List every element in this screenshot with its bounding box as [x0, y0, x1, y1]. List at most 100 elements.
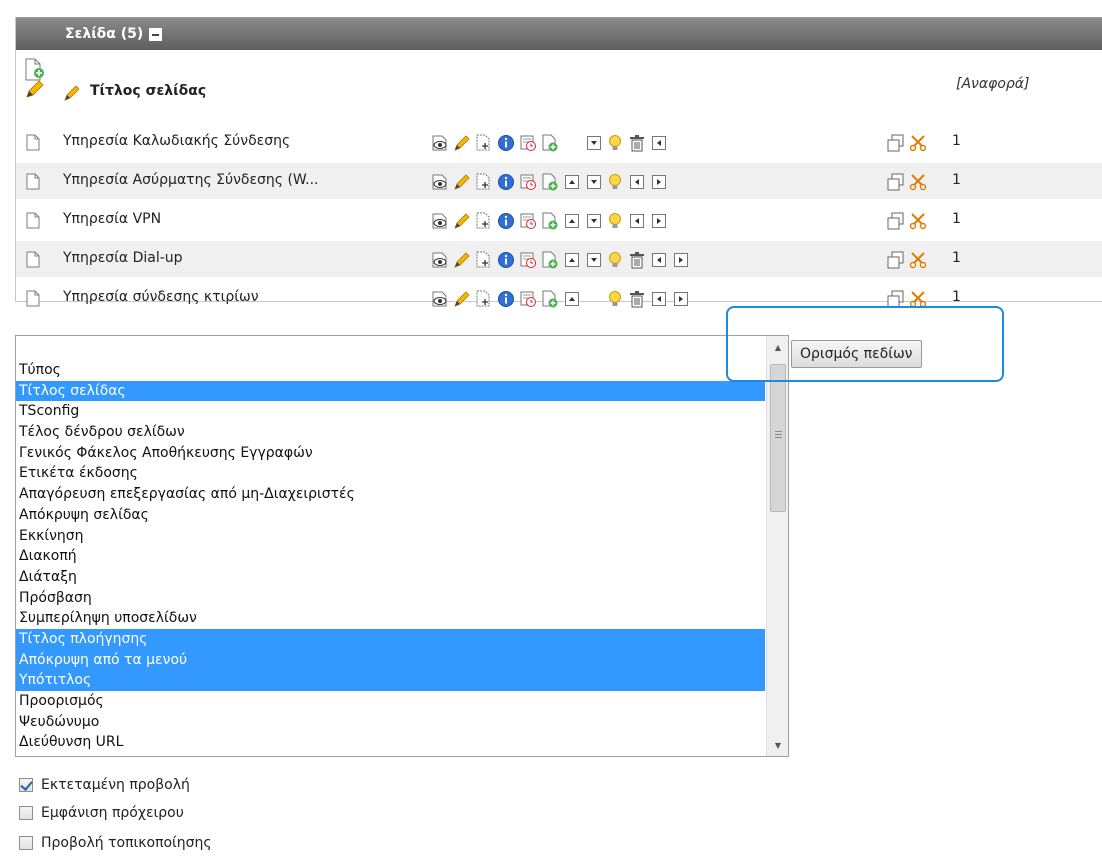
- move-down-icon[interactable]: [587, 136, 605, 154]
- collapse-icon[interactable]: [149, 27, 163, 41]
- move-right-icon[interactable]: [674, 253, 692, 271]
- move-up-icon[interactable]: [565, 214, 583, 232]
- copy-icon[interactable]: [887, 212, 905, 230]
- edit-icon[interactable]: [453, 173, 471, 191]
- field-option[interactable]: Τίτλος πλοήγησης: [16, 628, 765, 650]
- row-title[interactable]: Υπηρεσία VPN: [63, 211, 161, 227]
- row-title[interactable]: Υπηρεσία Dial-up: [63, 250, 183, 266]
- view-icon[interactable]: [431, 251, 449, 269]
- move-icon[interactable]: [475, 251, 493, 269]
- history-icon[interactable]: [519, 173, 537, 191]
- page-icon[interactable]: [26, 173, 40, 194]
- move-icon[interactable]: [475, 212, 493, 230]
- move-left-icon[interactable]: [652, 253, 670, 271]
- list-scrollbar[interactable]: ▲ ▼: [766, 336, 788, 756]
- field-option[interactable]: Συμπερίληψη υποσελίδων: [16, 608, 765, 629]
- view-icon[interactable]: [431, 212, 449, 230]
- hide-toggle-bulb-icon[interactable]: [606, 290, 624, 308]
- field-option[interactable]: Διεύθυνση URL: [16, 732, 765, 753]
- reference-count[interactable]: 1: [952, 289, 961, 305]
- field-option[interactable]: Τίτλος σελίδας: [16, 380, 765, 402]
- cut-icon[interactable]: [909, 251, 927, 269]
- hide-toggle-bulb-icon[interactable]: [606, 251, 624, 269]
- history-icon[interactable]: [519, 212, 537, 230]
- copy-icon[interactable]: [887, 251, 905, 269]
- edit-column-icon[interactable]: [63, 84, 81, 106]
- define-fields-button[interactable]: Ορισμός πεδίων: [791, 340, 922, 368]
- field-select-list[interactable]: Τύπος Τίτλος σελίδας TSconfig Τέλος δένδρου…: [15, 335, 789, 757]
- row-title[interactable]: Υπηρεσία Καλωδιακής Σύνδεσης: [63, 133, 290, 149]
- move-up-icon[interactable]: [565, 253, 583, 271]
- move-up-icon[interactable]: [565, 292, 583, 310]
- cut-icon[interactable]: [909, 173, 927, 191]
- hide-toggle-bulb-icon[interactable]: [606, 173, 624, 191]
- copy-icon[interactable]: [887, 134, 905, 152]
- option-checkbox[interactable]: [19, 806, 33, 820]
- info-icon[interactable]: [497, 251, 515, 269]
- scroll-thumb[interactable]: [770, 364, 786, 512]
- option-label[interactable]: Εμφάνιση πρόχειρου: [41, 805, 184, 821]
- scroll-up-arrow-icon[interactable]: ▲: [767, 336, 788, 358]
- info-icon[interactable]: [497, 290, 515, 308]
- field-option[interactable]: Υπότιτλος: [16, 670, 765, 691]
- field-option[interactable]: Ψευδώνυμο: [16, 712, 765, 733]
- view-icon[interactable]: [431, 173, 449, 191]
- move-right-icon[interactable]: [652, 175, 670, 193]
- field-option[interactable]: Απόκρυψη από τα μενού: [16, 649, 765, 671]
- row-title[interactable]: Υπηρεσία Ασύρματης Σύνδεσης (W...: [63, 172, 319, 188]
- move-left-icon[interactable]: [652, 292, 670, 310]
- move-left-icon[interactable]: [652, 136, 670, 154]
- new-record-icon[interactable]: [541, 251, 559, 269]
- history-icon[interactable]: [519, 251, 537, 269]
- edit-icon[interactable]: [453, 251, 471, 269]
- info-icon[interactable]: [497, 173, 515, 191]
- field-option[interactable]: TSconfig: [16, 401, 765, 422]
- reference-count[interactable]: 1: [952, 211, 961, 227]
- page-icon[interactable]: [26, 251, 40, 272]
- move-right-icon[interactable]: [674, 292, 692, 310]
- edit-icon[interactable]: [453, 290, 471, 308]
- page-icon[interactable]: [26, 290, 40, 311]
- reference-count[interactable]: 1: [952, 133, 961, 149]
- cut-icon[interactable]: [909, 212, 927, 230]
- option-label[interactable]: Προβολή τοπικοποίησης: [41, 835, 212, 851]
- reference-count[interactable]: 1: [952, 250, 961, 266]
- option-checkbox[interactable]: [19, 778, 33, 792]
- edit-icon[interactable]: [453, 134, 471, 152]
- move-up-icon[interactable]: [565, 175, 583, 193]
- delete-icon[interactable]: [628, 134, 646, 152]
- move-left-icon[interactable]: [630, 175, 648, 193]
- view-icon[interactable]: [431, 290, 449, 308]
- field-option[interactable]: Διακοπή: [16, 546, 765, 567]
- cut-icon[interactable]: [909, 290, 927, 308]
- move-icon[interactable]: [475, 134, 493, 152]
- move-down-icon[interactable]: [587, 214, 605, 232]
- move-down-icon[interactable]: [587, 253, 605, 271]
- edit-icon[interactable]: [453, 212, 471, 230]
- view-icon[interactable]: [431, 134, 449, 152]
- option-checkbox[interactable]: [19, 836, 33, 850]
- hide-toggle-bulb-icon[interactable]: [606, 212, 624, 230]
- hide-toggle-bulb-icon[interactable]: [606, 134, 624, 152]
- page-icon[interactable]: [26, 212, 40, 233]
- copy-icon[interactable]: [887, 290, 905, 308]
- reference-count[interactable]: 1: [952, 172, 961, 188]
- field-option[interactable]: Ετικέτα έκδοσης: [16, 463, 765, 484]
- field-option[interactable]: Τέλος δένδρου σελίδων: [16, 422, 765, 443]
- new-record-icon[interactable]: [541, 212, 559, 230]
- field-option[interactable]: Προορισμός: [16, 691, 765, 712]
- row-title[interactable]: Υπηρεσία σύνδεσης κτιρίων: [63, 289, 259, 305]
- move-left-icon[interactable]: [630, 214, 648, 232]
- new-page-icon[interactable]: [24, 57, 46, 103]
- info-icon[interactable]: [497, 134, 515, 152]
- delete-icon[interactable]: [628, 290, 646, 308]
- field-option[interactable]: Απαγόρευση επεξεργασίας από μη-Διαχειρισ…: [16, 484, 765, 505]
- option-label[interactable]: Εκτεταμένη προβολή: [41, 777, 190, 793]
- history-icon[interactable]: [519, 290, 537, 308]
- move-down-icon[interactable]: [587, 175, 605, 193]
- field-option[interactable]: Απόκρυψη σελίδας: [16, 505, 765, 526]
- field-option[interactable]: Γενικός Φάκελος Αποθήκευσης Εγγραφών: [16, 443, 765, 464]
- field-option[interactable]: Τύπος: [16, 360, 765, 381]
- cut-icon[interactable]: [909, 134, 927, 152]
- page-icon[interactable]: [26, 134, 40, 155]
